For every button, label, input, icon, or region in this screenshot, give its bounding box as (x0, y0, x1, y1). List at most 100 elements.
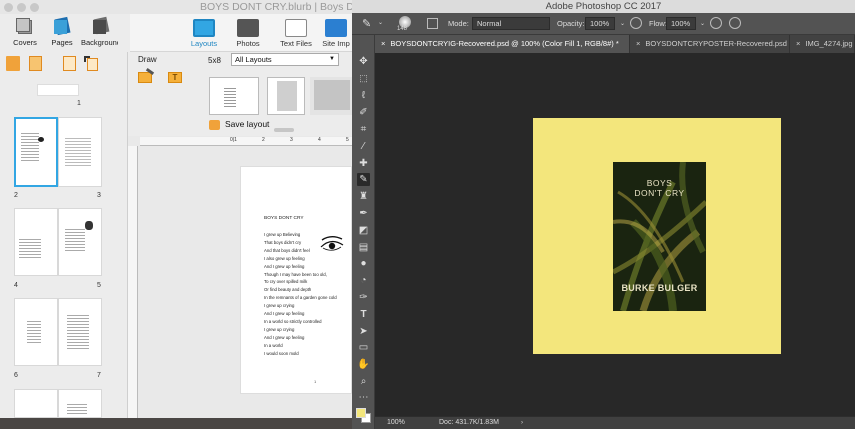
add-text-page-icon[interactable] (63, 56, 76, 71)
more-tools-icon[interactable]: ⋯ (357, 391, 370, 404)
layout-thumb-2[interactable] (267, 77, 305, 115)
chevron-down-icon: ▼ (329, 56, 335, 62)
status-menu-chevron-icon[interactable]: › (521, 417, 523, 429)
poem-line: And I grew up feeling (264, 263, 305, 269)
brush-tool-icon[interactable]: ✎ (362, 18, 374, 30)
marquee-tool-icon[interactable]: ⬚ (357, 72, 370, 85)
poem-line: Though I may have been too old, (264, 271, 327, 277)
zoom-tool-icon[interactable]: ⌕ (357, 375, 370, 388)
eraser-tool-icon[interactable]: ◩ (357, 224, 370, 237)
delete-page-icon[interactable] (29, 56, 42, 71)
close-tab-icon[interactable]: × (636, 39, 640, 48)
quick-select-tool-icon[interactable]: ✐ (357, 106, 370, 119)
close-tab-icon[interactable]: × (796, 39, 800, 48)
brush-panel-icon[interactable] (427, 18, 438, 29)
document-tab[interactable]: × BOYSDONTCRYPOSTER-Recovered.psd (630, 35, 790, 53)
page-thumb-2[interactable] (14, 117, 58, 187)
type-tool-icon[interactable]: T (357, 308, 370, 321)
pages-button[interactable]: Pages (48, 16, 76, 47)
page-thumb-6[interactable] (14, 298, 58, 366)
desktop-background-strip (0, 418, 352, 429)
rectangle-tool-icon[interactable]: ▭ (357, 341, 370, 354)
page-thumb-9[interactable] (58, 389, 102, 418)
airbrush-icon[interactable] (710, 17, 722, 29)
zoom-window-button[interactable] (30, 3, 39, 12)
layout-select[interactable]: All Layouts ▼ (231, 53, 339, 66)
opacity-chevron-icon[interactable]: ⌄ (620, 20, 625, 27)
document-tab-label: BOYSDONTCRYPOSTER-Recovered.psd (645, 39, 787, 48)
covers-label: Covers (13, 38, 37, 47)
tab-text-files[interactable]: Text Files (274, 19, 318, 48)
tab-photos[interactable]: Photos (226, 19, 270, 48)
lasso-tool-icon[interactable]: ℓ (357, 89, 370, 102)
page-heading[interactable]: BOYS DONT CRY (264, 215, 304, 223)
dodge-tool-icon[interactable]: ◔ (357, 274, 370, 287)
page-canvas[interactable]: BOYS DONT CRY I grew up Believing That b… (240, 166, 352, 394)
pressure-size-icon[interactable] (729, 17, 741, 29)
eye-drawing-icon[interactable] (319, 235, 345, 255)
ruler-mark-5: 5 (346, 137, 349, 143)
page-thumb-5[interactable] (58, 208, 102, 276)
foreground-color-swatch[interactable] (356, 408, 366, 418)
panel-resize-handle[interactable] (274, 128, 294, 132)
flow-chevron-icon[interactable]: ⌄ (700, 20, 705, 27)
tools-panel: ✥ ⬚ ℓ ✐ ⌗ ⁄ ✚ ✎ ♜ ✒ ◩ ▤ ● ◔ ✑ T ➤ ▭ ✋ ⌕ … (352, 35, 375, 429)
text-files-icon (285, 19, 307, 37)
gradient-tool-icon[interactable]: ▤ (357, 241, 370, 254)
page-number-6: 6 (14, 372, 18, 379)
close-window-button[interactable] (4, 3, 13, 12)
camera-icon[interactable] (209, 120, 220, 130)
brush-tool-selected-icon[interactable]: ✎ (357, 173, 370, 186)
draw-image-icon[interactable] (138, 67, 156, 84)
covers-button[interactable]: Covers (8, 18, 42, 47)
brush-preset-chevron-icon[interactable]: ⌄ (378, 19, 383, 26)
draw-label: Draw (138, 55, 157, 64)
healing-brush-tool-icon[interactable]: ✚ (357, 157, 370, 170)
move-tool-icon[interactable]: ✥ (357, 55, 370, 68)
page-thumb-4[interactable] (14, 208, 58, 276)
document-tab-active[interactable]: × BOYSDONTCRYIG-Recovered.psd @ 100% (Col… (375, 35, 630, 53)
poem-line: In a world so strictly controlled (264, 318, 322, 324)
draw-text-icon[interactable]: T (168, 70, 186, 84)
book-cover-image[interactable]: BOYS DON'T CRY BURKE BULGER (613, 162, 706, 311)
pen-tool-icon[interactable]: ✑ (357, 291, 370, 304)
save-layout-button[interactable]: Save layout (225, 119, 269, 129)
ruler-mark-3: 3 (290, 137, 293, 143)
pressure-opacity-icon[interactable] (630, 17, 642, 29)
tab-text-files-label: Text Files (280, 39, 312, 48)
mode-select[interactable]: Normal (472, 17, 550, 30)
page-thumb-cover[interactable] (37, 84, 79, 96)
history-brush-tool-icon[interactable]: ✒ (357, 207, 370, 220)
page-thumb-8[interactable] (14, 389, 58, 418)
blurb-window-title: BOYS DONT CRY.blurb | Boys Don't (200, 1, 352, 13)
page-thumb-3[interactable] (58, 117, 102, 187)
hand-tool-icon[interactable]: ✋ (357, 358, 370, 371)
opacity-input[interactable]: 100% (585, 17, 615, 30)
opacity-label: Opacity: (557, 19, 585, 28)
layout-tabs-spacer (130, 14, 182, 52)
document-tab[interactable]: × IMG_4274.jpg (790, 35, 855, 53)
blur-tool-icon[interactable]: ● (357, 257, 370, 270)
page-thumb-7[interactable] (58, 298, 102, 366)
crop-tool-icon[interactable]: ⌗ (357, 123, 370, 136)
path-select-tool-icon[interactable]: ➤ (357, 325, 370, 338)
flow-input[interactable]: 100% (666, 17, 696, 30)
tab-site-import[interactable]: Site Imp (318, 19, 354, 48)
layout-thumb-3[interactable] (310, 77, 352, 115)
cover-author: BURKE BULGER (621, 283, 698, 293)
add-page-icon[interactable] (6, 56, 20, 71)
tab-layouts[interactable]: Layouts (182, 19, 226, 48)
close-tab-icon[interactable]: × (381, 39, 385, 48)
eyedropper-tool-icon[interactable]: ⁄ (357, 140, 370, 153)
ruler-mark-4: 4 (318, 137, 321, 143)
document-tab-label: BOYSDONTCRYIG-Recovered.psd @ 100% (Colo… (390, 39, 619, 48)
layout-thumb-1[interactable] (209, 77, 259, 115)
zoom-level[interactable]: 100% (387, 417, 405, 429)
move-page-icon[interactable] (84, 56, 98, 71)
background-button[interactable]: Background (80, 16, 122, 47)
clone-stamp-tool-icon[interactable]: ♜ (357, 190, 370, 203)
pages-icon (53, 16, 71, 36)
page-number-4: 4 (14, 282, 18, 289)
tab-layouts-label: Layouts (190, 39, 218, 48)
minimize-window-button[interactable] (17, 3, 26, 12)
